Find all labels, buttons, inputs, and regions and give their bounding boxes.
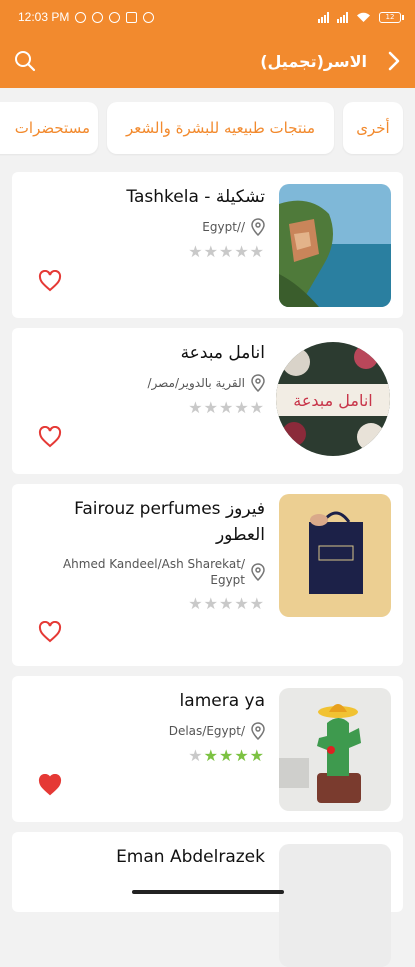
location-line2: Egypt: [210, 573, 245, 587]
store-card[interactable]: lamera ya Delas/Egypt/ ★★★★★: [12, 676, 403, 822]
tab-cosmetics[interactable]: مستحضرات: [0, 102, 98, 154]
star-rating: ★★★★★: [188, 398, 265, 417]
store-name: lamera ya: [179, 691, 265, 711]
store-location: /القرية بالدوير/مصر: [33, 374, 265, 392]
store-card[interactable]: Tashkela - تشكيلة Egypt// ★★★★★: [12, 172, 403, 318]
location-text: Delas/Egypt/: [168, 724, 245, 738]
store-name-line2: العطور: [215, 525, 265, 545]
location-pin-icon: [251, 563, 265, 581]
signal-icon: [318, 11, 329, 23]
alarm-icon: [75, 11, 87, 23]
heart-icon[interactable]: [38, 621, 62, 643]
location-pin-icon: [251, 374, 265, 392]
store-name: Tashkela - تشكيلة: [126, 187, 265, 207]
location-line1: Ahmed Kandeel/Ash Sharekat/: [62, 557, 245, 571]
store-location: Delas/Egypt/: [33, 722, 265, 740]
screen-icon: [126, 11, 138, 23]
app-bar: الاسر(تجميل): [0, 34, 415, 88]
star-rating: ★★★★★: [188, 594, 265, 613]
store-location: Egypt//: [33, 218, 265, 236]
wifi-icon: [357, 12, 370, 22]
star-rating: ★★★★★: [188, 242, 265, 261]
page-title: الاسر(تجميل): [260, 51, 367, 71]
store-name: Fairouz perfumes فيروز: [74, 499, 265, 519]
tab-other[interactable]: أخرى: [343, 102, 403, 154]
heart-icon[interactable]: [38, 426, 62, 448]
store-location: Ahmed Kandeel/Ash Sharekat/ Egypt: [33, 556, 265, 588]
store-image: انامل مبدعة: [276, 342, 390, 456]
store-name: Eman Abdelrazek: [116, 847, 265, 867]
heart-icon[interactable]: [38, 774, 62, 796]
location-text: /القرية بالدوير/مصر: [147, 376, 245, 390]
store-image: [279, 184, 391, 307]
chevron-right-icon[interactable]: [387, 50, 401, 72]
search-icon[interactable]: [14, 50, 36, 72]
location-pin-icon: [251, 218, 265, 236]
store-name: انامل مبدعة: [180, 343, 265, 363]
home-indicator[interactable]: [132, 890, 284, 894]
battery-icon: 12: [379, 11, 404, 23]
location-text: Ahmed Kandeel/Ash Sharekat/ Egypt: [63, 556, 245, 588]
heart-icon[interactable]: [38, 270, 62, 292]
notification-icon: [109, 11, 121, 23]
headset-icon: [92, 11, 104, 23]
store-card[interactable]: Eman Abdelrazek: [12, 832, 403, 967]
thumb-text: انامل مبدعة: [293, 391, 372, 410]
star-rating: ★★★★★: [188, 746, 265, 765]
tab-natural-products[interactable]: منتجات طبيعيه للبشرة والشعر: [107, 102, 334, 154]
app-icon: [143, 11, 155, 23]
category-tabs: أخرى منتجات طبيعيه للبشرة والشعر مستحضرا…: [0, 102, 415, 158]
status-time: 12:03 PM: [18, 10, 70, 24]
location-pin-icon: [251, 722, 265, 740]
store-card[interactable]: انامل مبدعة انامل مبدعة /القرية بالدوير/…: [12, 328, 403, 474]
store-card[interactable]: Fairouz perfumes فيروز العطور Ahmed Kand…: [12, 484, 403, 666]
store-image: [279, 688, 391, 811]
store-image: [279, 844, 391, 967]
status-bar: 12:03 PM 12: [0, 0, 415, 34]
store-image: [279, 494, 391, 617]
location-text: Egypt//: [202, 220, 245, 234]
signal-icon-2: [337, 11, 348, 23]
